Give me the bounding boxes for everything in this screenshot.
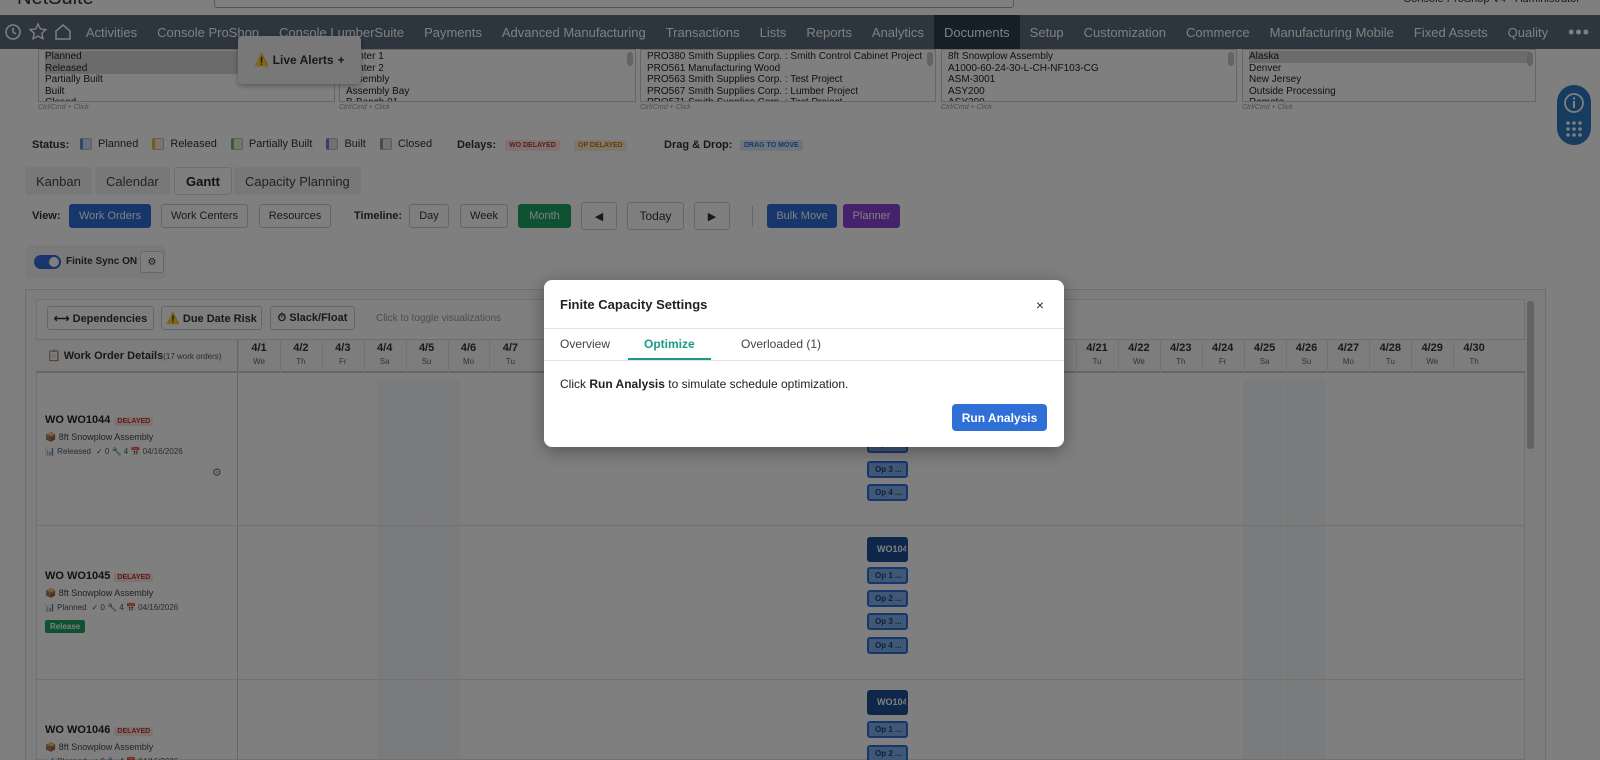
modal-instructions: Click Run Analysis to simulate schedule … xyxy=(560,377,848,391)
finite-capacity-modal: Finite Capacity Settings × Overview Opti… xyxy=(544,280,1064,447)
modal-tabs: Overview Optimize Overloaded (1) xyxy=(544,328,1064,361)
instruction-suffix: to simulate schedule optimization. xyxy=(664,377,849,391)
close-icon[interactable]: × xyxy=(1036,297,1044,313)
modal-tab-overview[interactable]: Overview xyxy=(544,329,626,360)
modal-tab-optimize[interactable]: Optimize xyxy=(628,329,711,360)
modal-title: Finite Capacity Settings xyxy=(560,297,708,312)
run-analysis-button[interactable]: Run Analysis xyxy=(952,404,1047,431)
app-root: NetSuite Console ProShop V4 - Administra… xyxy=(0,0,1600,760)
modal-tab-overloaded[interactable]: Overloaded (1) xyxy=(725,329,837,360)
instruction-prefix: Click xyxy=(560,377,590,391)
instruction-action: Run Analysis xyxy=(589,377,665,391)
